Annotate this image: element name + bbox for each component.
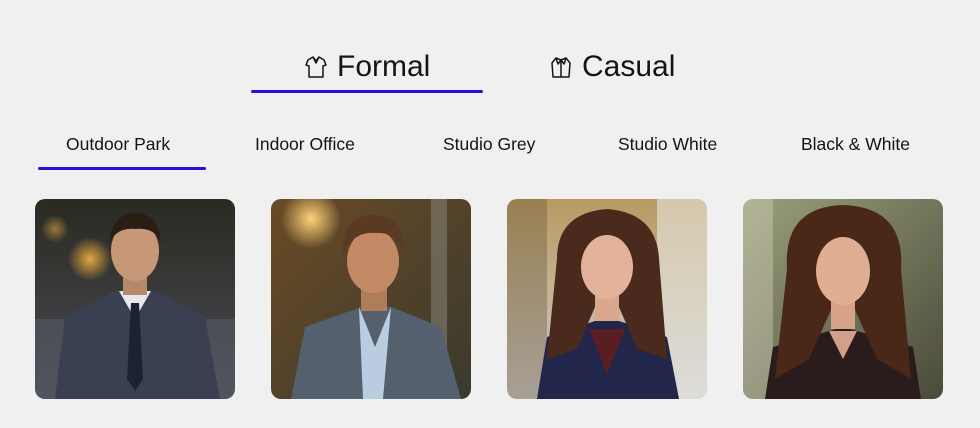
headshot-card[interactable] <box>507 199 707 399</box>
headshot-image <box>271 199 471 399</box>
style-tab-indicator <box>251 90 483 93</box>
casual-jacket-icon <box>548 54 574 80</box>
headshot-image <box>743 199 943 399</box>
background-tabs: Outdoor Park Indoor Office Studio Grey S… <box>0 128 980 172</box>
headshot-image <box>507 199 707 399</box>
tab-black-white[interactable]: Black & White <box>801 134 910 155</box>
formal-shirt-icon <box>303 54 329 80</box>
tab-formal[interactable]: Formal <box>303 40 430 94</box>
headshot-card[interactable] <box>271 199 471 399</box>
headshot-card[interactable] <box>35 199 235 399</box>
tab-studio-white[interactable]: Studio White <box>618 134 717 155</box>
background-tab-indicator <box>38 167 206 170</box>
tab-formal-label: Formal <box>337 50 431 83</box>
tab-outdoor-park[interactable]: Outdoor Park <box>66 134 170 155</box>
tab-casual-label: Casual <box>582 50 676 83</box>
headshot-card[interactable] <box>743 199 943 399</box>
tab-casual[interactable]: Casual <box>548 40 675 94</box>
headshot-image <box>35 199 235 399</box>
tab-studio-grey[interactable]: Studio Grey <box>443 134 535 155</box>
tab-indoor-office[interactable]: Indoor Office <box>255 134 355 155</box>
style-tabs: Formal Casual <box>251 40 731 94</box>
